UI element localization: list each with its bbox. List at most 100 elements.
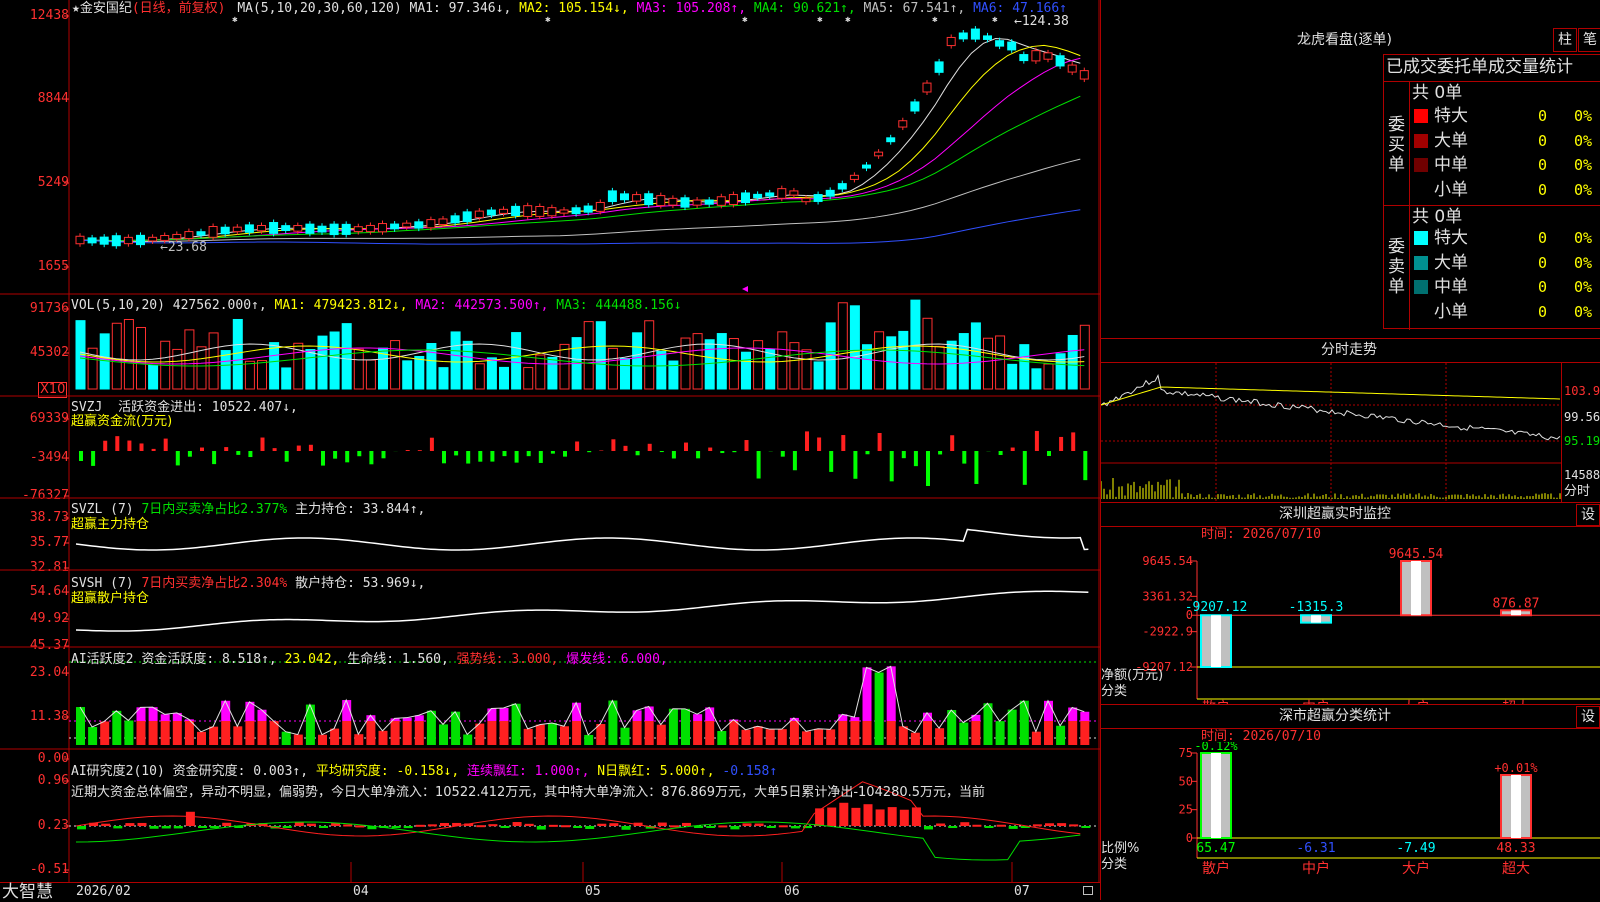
volume-bar (391, 341, 400, 389)
activity-bar (935, 728, 944, 745)
volume-bar (487, 358, 496, 389)
activity-bar (657, 725, 666, 745)
fund-flow-bar (309, 445, 313, 451)
candle (270, 223, 278, 234)
research-bar (694, 826, 703, 828)
event-marker-icon: ✱ (932, 15, 938, 25)
research-bar (476, 825, 485, 827)
favorite-star-icon[interactable]: ★ (72, 1, 80, 16)
net-flow-bar (1311, 615, 1321, 622)
research-bar (222, 823, 231, 826)
activity-bar (887, 721, 896, 745)
category-label: 超大 (1502, 861, 1530, 877)
tick-mode-button[interactable]: 笔 (1578, 28, 1600, 52)
fund-flow-bar (817, 437, 821, 451)
research-bar (718, 825, 727, 827)
intraday-chart[interactable] (1101, 363, 1561, 501)
research-bar (839, 803, 848, 826)
period-label[interactable]: (日线，前复权) (132, 1, 226, 16)
activity-bar (500, 708, 509, 721)
ratio-value-label: 65.47 (1196, 841, 1235, 856)
longhu-title: 龙虎看盘(逐单) (1297, 33, 1392, 48)
activity-bar (778, 729, 787, 745)
activity-bar (754, 726, 763, 745)
research-bar (815, 808, 824, 826)
candle (899, 121, 907, 127)
activity-bar (1020, 701, 1029, 745)
fund-flow-bar (648, 444, 652, 451)
candle (233, 227, 241, 232)
candle (282, 226, 290, 231)
activity-bar (838, 721, 847, 745)
svsh-subtitle: 超赢散户持仓 (71, 591, 149, 606)
activity-bar (1056, 726, 1065, 745)
volume-bar (258, 361, 267, 389)
kline-chart-area[interactable]: ✱✱✱✱✱✱✱ (0, 0, 1100, 882)
bar-mode-button[interactable]: 柱 (1553, 28, 1577, 52)
vol-ma2: MA2: 442573.500↑, (415, 298, 548, 313)
fund-flow-bar (563, 451, 567, 457)
vol-param: VOL(5,10,20) (71, 298, 165, 313)
fund-flow-bar (757, 451, 761, 479)
ratio-change-label: +0.01% (1494, 761, 1538, 775)
volume-bar (863, 345, 872, 389)
fund-flow-bar (926, 451, 930, 486)
candle (439, 219, 447, 225)
activity-bar (463, 734, 472, 745)
volume-bar (923, 318, 932, 389)
sz-monitor-settings-button[interactable]: 设 (1576, 504, 1600, 526)
candle (838, 184, 846, 189)
price-low-mark: ←23.68 (160, 240, 207, 255)
activity-bar (971, 715, 980, 721)
event-marker-icon: ✱ (817, 15, 823, 25)
volume-bar (693, 334, 702, 389)
fund-flow-bar (406, 450, 410, 451)
research-bar (1069, 824, 1078, 826)
fund-flow-bar (127, 441, 131, 451)
volume-bar (996, 336, 1005, 389)
candle (645, 194, 653, 205)
candle (814, 195, 822, 202)
candle (826, 190, 834, 196)
fund-flow-bar (115, 436, 119, 451)
order-size-label: 特大 (1434, 228, 1468, 248)
candle (984, 36, 992, 40)
fund-flow-bar (684, 443, 688, 451)
volume-bar (1032, 369, 1041, 389)
activity-bar (1008, 710, 1017, 745)
candle (923, 83, 931, 92)
activity-bar (149, 721, 158, 745)
fund-flow-bar (611, 439, 615, 451)
fund-flow-bar (200, 448, 204, 451)
volume-bar (899, 331, 908, 389)
candle (318, 226, 326, 232)
candle (850, 175, 858, 179)
ma1-value: MA1: 97.346↓, (410, 1, 512, 16)
activity-bar (669, 709, 678, 745)
sz-monitor-xlabel: 分类 (1101, 684, 1127, 699)
fund-flow-bar (466, 451, 470, 464)
candle (681, 198, 689, 207)
research-bar (210, 826, 219, 828)
fund-flow-bar (478, 451, 482, 462)
ai-research-name: AI研究度2(10) (71, 764, 165, 779)
activity-line (80, 666, 1084, 735)
fund-flow-bar (103, 441, 107, 451)
svsh-header: SVSH (7) 7日内买卖净占比2.304% 散户持仓: 53.969↓, (71, 576, 425, 591)
research-bar (138, 823, 147, 826)
fund-flow-bar (551, 451, 555, 454)
candle (560, 210, 568, 213)
volume-bar (984, 338, 993, 389)
sz-stat-settings-button[interactable]: 设 (1576, 706, 1600, 728)
research-bar (1009, 826, 1018, 829)
fund-flow-bar (1083, 451, 1087, 480)
fund-flow-bar (285, 451, 289, 462)
candle (366, 225, 374, 231)
volume-bar (705, 340, 714, 389)
buy-total: 共 0单 (1412, 83, 1462, 103)
order-size-swatch (1414, 158, 1428, 172)
longhu-tabs[interactable]: 已成交委托单成交量统计 (1386, 57, 1573, 77)
lock-icon[interactable] (1083, 886, 1093, 895)
ai-activity-lifeline: 生命线: 1.560, (347, 652, 449, 667)
volume-bar (850, 306, 859, 389)
